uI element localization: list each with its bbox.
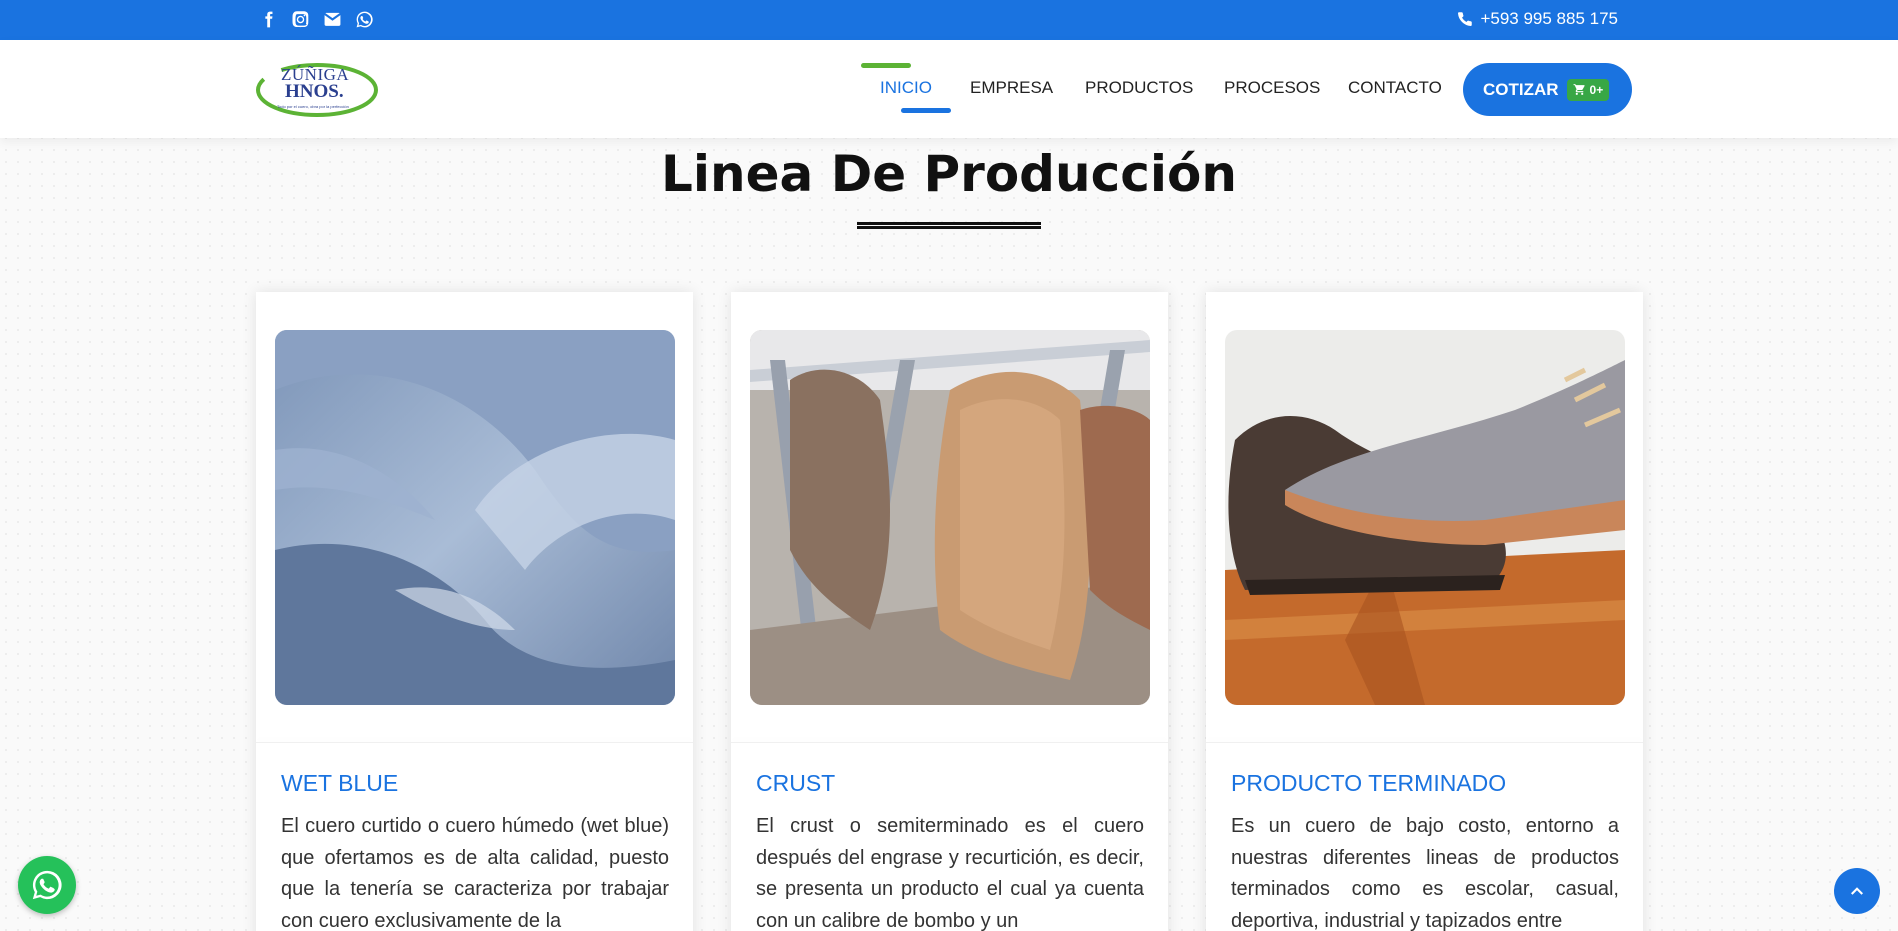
card-description: Es un cuero de bajo costo, entorno a nue…: [1231, 815, 1619, 931]
card-description: El crust o semiterminado es el cuero des…: [756, 815, 1144, 931]
cotizar-label: COTIZAR: [1483, 79, 1559, 99]
facebook-icon[interactable]: [258, 9, 278, 29]
card-divider: [1206, 742, 1643, 743]
product-card-crust[interactable]: CRUST El crust o semiterminado es el cue…: [731, 292, 1168, 931]
nav-item-inicio[interactable]: INICIO: [880, 78, 932, 98]
cotizar-button[interactable]: COTIZAR 0+: [1463, 63, 1632, 116]
card-title[interactable]: WET BLUE: [281, 770, 398, 797]
product-card-wet-blue[interactable]: WET BLUE El cuero curtido o cuero húmedo…: [256, 292, 693, 931]
logo-tagline: Todo por el cuero, obra por la perfecció…: [277, 104, 349, 109]
cart-count: 0+: [1589, 82, 1604, 97]
section-title-underline: [857, 222, 1041, 229]
chevron-up-icon: [1851, 887, 1863, 895]
logo-line2: HNOS.: [285, 81, 344, 102]
whatsapp-icon[interactable]: [354, 9, 374, 29]
whatsapp-float-button[interactable]: [18, 856, 76, 914]
cart-icon: [1573, 84, 1585, 95]
card-title[interactable]: PRODUCTO TERMINADO: [1231, 770, 1506, 797]
company-logo[interactable]: ZÚÑIGA HNOS. Todo por el cuero, obra por…: [255, 60, 379, 118]
whatsapp-icon: [32, 870, 62, 900]
crust-image: [750, 330, 1150, 705]
social-links: [258, 9, 374, 29]
nav-active-indicator-top: [861, 63, 911, 68]
card-divider: [731, 742, 1168, 743]
nav-item-empresa[interactable]: EMPRESA: [970, 78, 1053, 98]
product-card-producto-terminado[interactable]: PRODUCTO TERMINADO Es un cuero de bajo c…: [1206, 292, 1643, 931]
producto-terminado-image: [1225, 330, 1625, 705]
phone-number: +593 995 885 175: [1480, 9, 1618, 28]
main-header: ZÚÑIGA HNOS. Todo por el cuero, obra por…: [0, 40, 1898, 138]
nav-active-indicator-bottom: [901, 108, 951, 113]
card-description: El cuero curtido o cuero húmedo (wet blu…: [281, 815, 669, 931]
nav-item-procesos[interactable]: PROCESOS: [1224, 78, 1320, 98]
instagram-icon[interactable]: [290, 9, 310, 29]
nav-item-productos[interactable]: PRODUCTOS: [1085, 78, 1193, 98]
phone-contact[interactable]: +593 995 885 175: [1456, 9, 1618, 29]
wet-blue-image: [275, 330, 675, 705]
section-title: Linea De Producción: [661, 145, 1237, 203]
cart-badge: 0+: [1566, 78, 1610, 101]
envelope-icon[interactable]: [322, 9, 342, 29]
card-divider: [256, 742, 693, 743]
back-to-top-button[interactable]: [1834, 868, 1880, 914]
phone-icon: [1458, 12, 1473, 26]
nav-item-contacto[interactable]: CONTACTO: [1348, 78, 1442, 98]
top-bar: +593 995 885 175: [0, 0, 1898, 40]
card-title[interactable]: CRUST: [756, 770, 835, 797]
